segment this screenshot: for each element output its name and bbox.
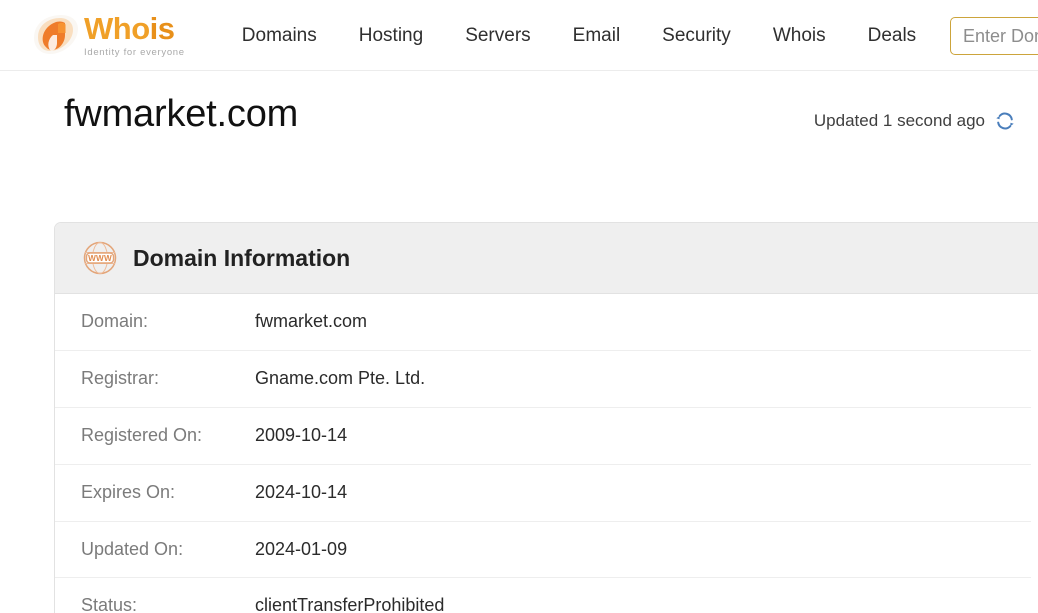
- page-header-row: fwmarket.com Updated 1 second ago: [64, 71, 1016, 137]
- page-content: fwmarket.com Updated 1 second ago WWW Do…: [0, 71, 1038, 613]
- page-title: fwmarket.com: [64, 93, 299, 135]
- brand-wordmark: Whois Identity for everyone: [84, 13, 185, 58]
- table-row: Registered On: 2009-10-14: [55, 408, 1031, 465]
- brand-logo-link[interactable]: Whois Identity for everyone: [28, 12, 185, 58]
- table-row: Domain: fwmarket.com: [55, 294, 1031, 351]
- row-label-domain: Domain:: [81, 311, 149, 331]
- brand-tagline: Identity for everyone: [84, 46, 185, 58]
- refresh-icon[interactable]: [994, 110, 1016, 132]
- table-row: Expires On: 2024-10-14: [55, 465, 1031, 522]
- domain-information-card: WWW Domain Information Domain: fwmarket.…: [54, 222, 1038, 613]
- nav-item-deals[interactable]: Deals: [847, 18, 938, 53]
- row-label-updated-on: Updated On:: [81, 538, 184, 559]
- nav-item-domains[interactable]: Domains: [221, 18, 338, 53]
- nav-item-hosting[interactable]: Hosting: [338, 18, 444, 53]
- row-value-registrar: Gname.com Pte. Ltd.: [255, 367, 426, 388]
- card-body: Domain: fwmarket.com Registrar: Gname.co…: [55, 294, 1038, 613]
- card-title: Domain Information: [133, 244, 351, 271]
- table-row: Status: clientTransferProhibited: [55, 578, 1031, 613]
- row-label-status: Status:: [81, 595, 138, 613]
- table-row: Updated On: 2024-01-09: [55, 522, 1031, 579]
- nav-item-servers[interactable]: Servers: [444, 18, 551, 53]
- nav-item-security[interactable]: Security: [641, 18, 752, 53]
- www-globe-icon: WWW: [81, 239, 119, 277]
- row-value-expires-on: 2024-10-14: [255, 481, 348, 502]
- row-value-domain: fwmarket.com: [255, 311, 368, 331]
- row-value-updated-on: 2024-01-09: [255, 538, 348, 559]
- main-nav-links: Domains Hosting Servers Email Security W…: [221, 18, 937, 53]
- updated-status: Updated 1 second ago: [814, 110, 1016, 132]
- whois-swoosh-logo-icon: [28, 12, 82, 58]
- brand-name-part1: Who: [84, 10, 150, 46]
- row-label-registered-on: Registered On:: [81, 424, 203, 445]
- row-label-expires-on: Expires On:: [81, 481, 176, 502]
- row-value-registered-on: 2009-10-14: [255, 424, 348, 445]
- nav-item-email[interactable]: Email: [552, 18, 642, 53]
- brand-name-part2: is: [149, 10, 175, 46]
- card-header: WWW Domain Information: [55, 223, 1038, 294]
- row-value-status: clientTransferProhibited: [255, 595, 445, 613]
- row-label-registrar: Registrar:: [81, 367, 160, 388]
- updated-timestamp-text: Updated 1 second ago: [813, 111, 985, 130]
- nav-item-whois[interactable]: Whois: [752, 18, 847, 53]
- table-row: Registrar: Gname.com Pte. Ltd.: [55, 351, 1031, 408]
- top-navigation-bar: Whois Identity for everyone Domains Host…: [0, 0, 1038, 71]
- domain-search-input[interactable]: [950, 17, 1038, 55]
- svg-text:WWW: WWW: [88, 254, 112, 263]
